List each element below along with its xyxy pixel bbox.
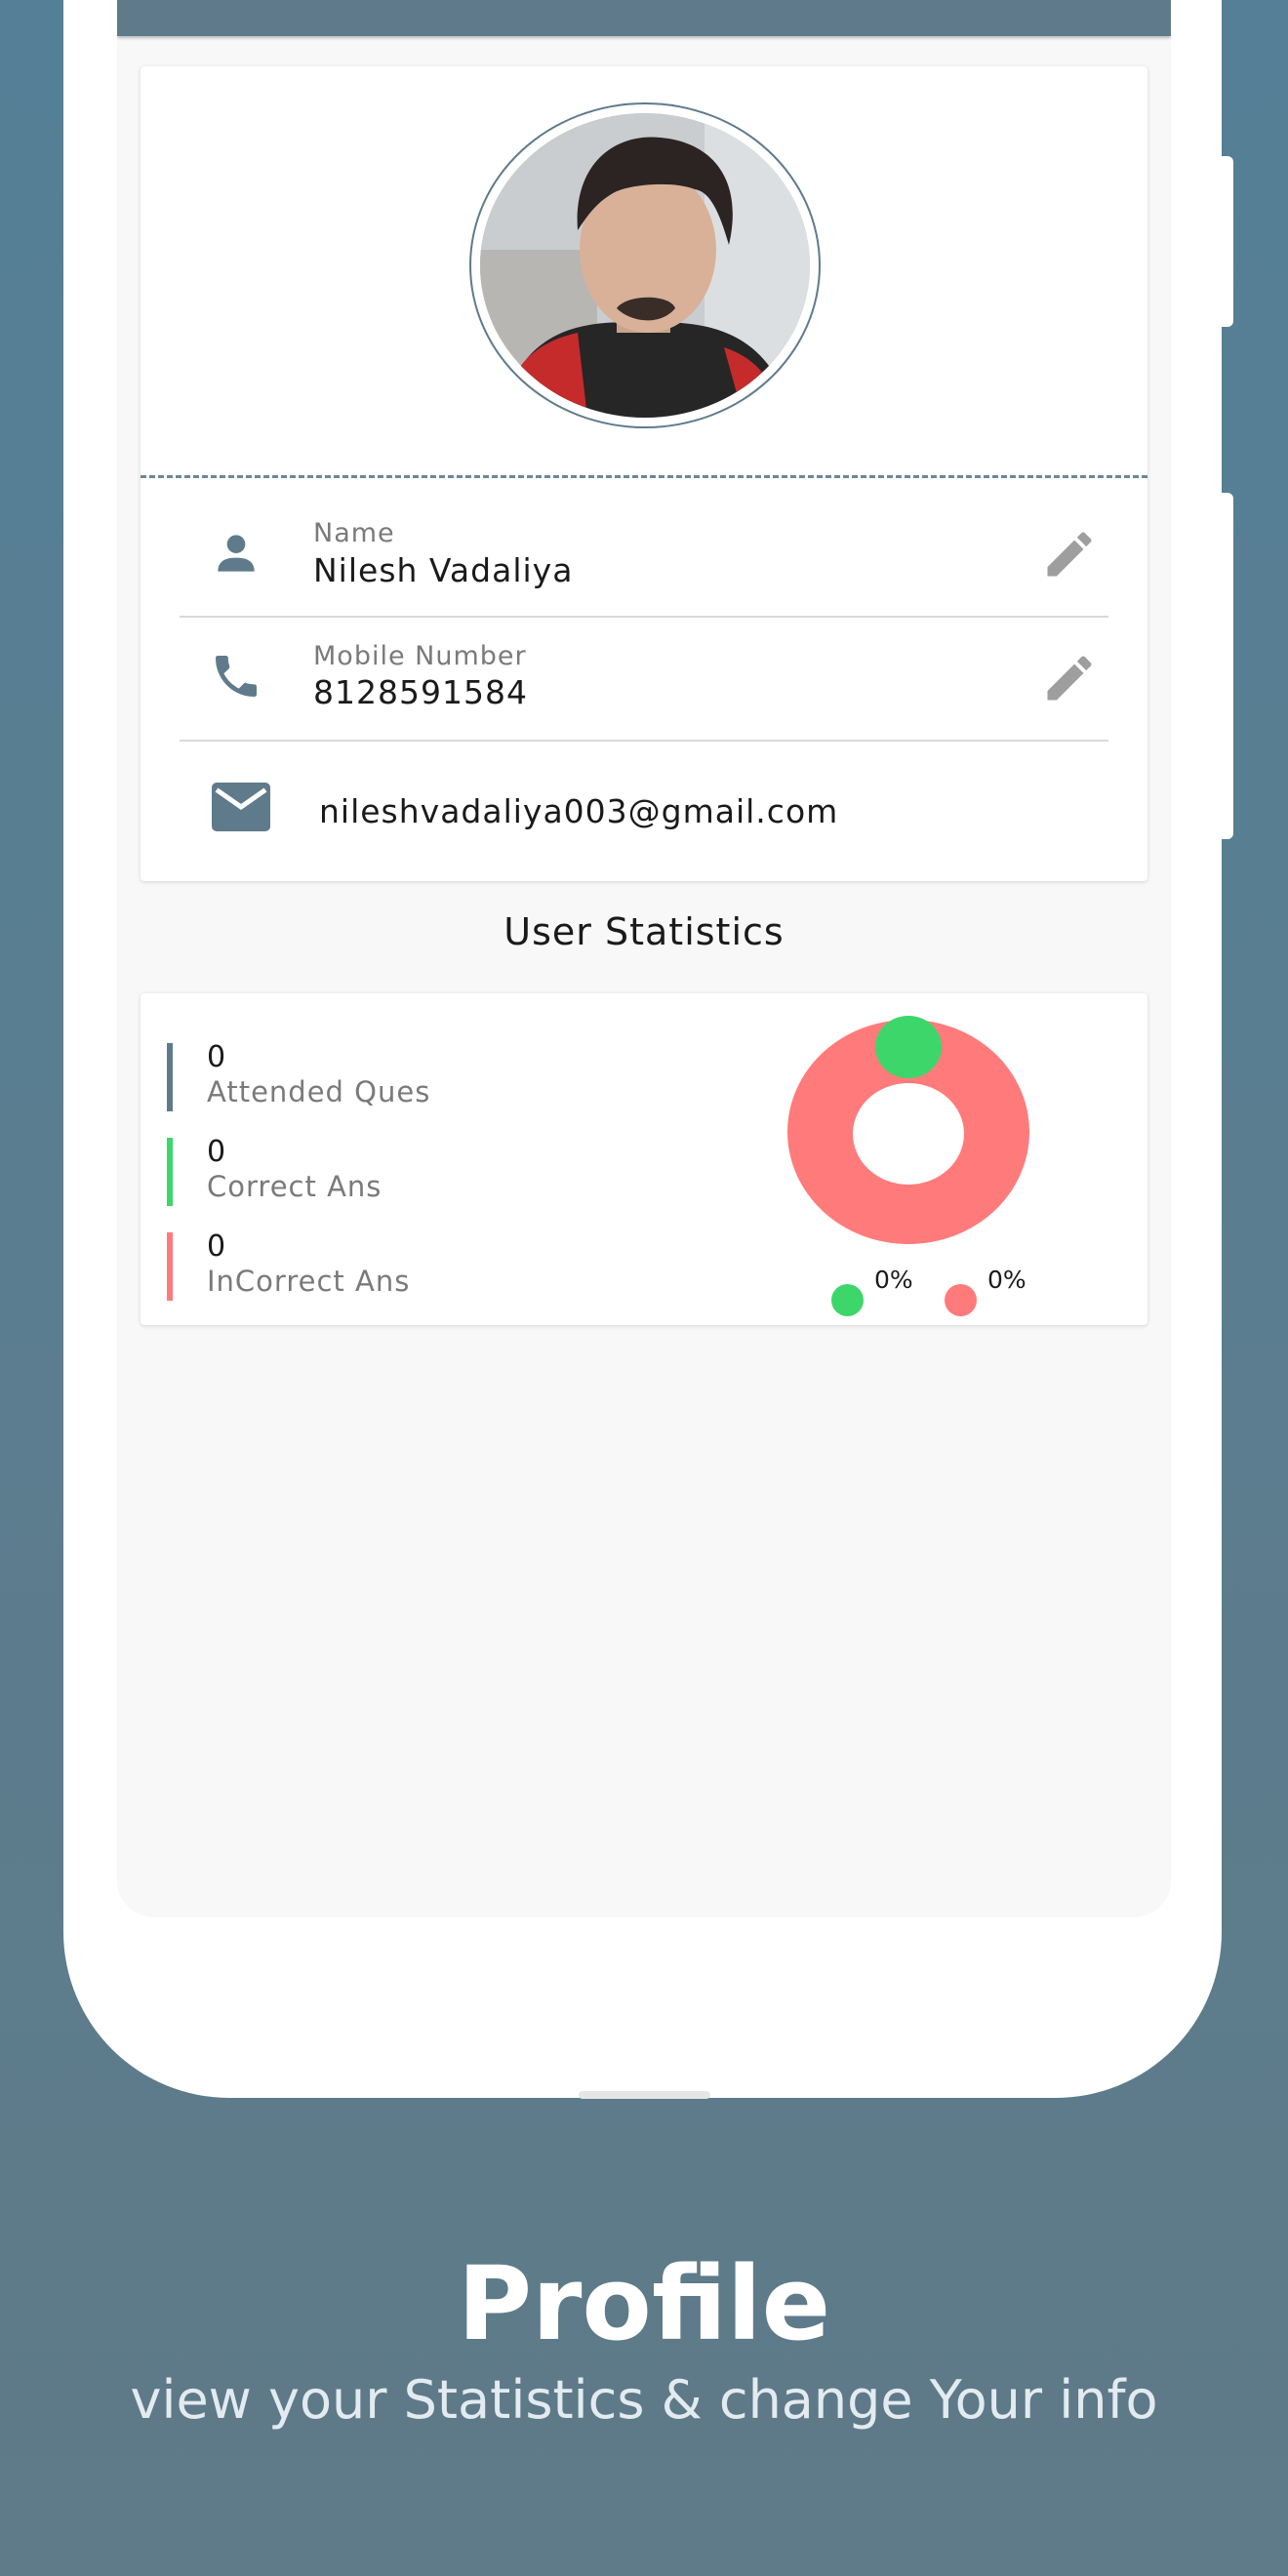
- donut-hole: [853, 1083, 964, 1185]
- phone-speaker: [579, 2091, 710, 2099]
- stats-card: 0 Attended Ques 0 Correct Ans 0 InCorrec…: [141, 993, 1147, 1325]
- mobile-value: 8128591584: [313, 673, 528, 711]
- correct-segment: [875, 1016, 942, 1078]
- profile-divider: [141, 475, 1147, 478]
- avatar-photo: [480, 113, 810, 418]
- phone-icon: [216, 656, 257, 697]
- avatar: [480, 113, 810, 418]
- mail-icon: [212, 783, 270, 831]
- incorrect-label: InCorrect Ans: [207, 1265, 411, 1298]
- legend-incorrect-percent: 0%: [987, 1266, 1026, 1294]
- stats-title: User Statistics: [503, 910, 785, 953]
- row-divider: [180, 616, 1108, 618]
- attended-indicator: [167, 1043, 173, 1111]
- feature-subtitle: view your Statistics & change Your info: [130, 2369, 1158, 2431]
- name-value: Nilesh Vadaliya: [313, 551, 574, 589]
- name-label: Name: [313, 518, 395, 548]
- app-screen: Name Nilesh Vadaliya Mobile Number 81285…: [117, 0, 1171, 1917]
- edit-name-icon[interactable]: [1040, 525, 1099, 584]
- legend-correct-dot: [831, 1284, 864, 1316]
- incorrect-indicator: [167, 1232, 173, 1301]
- app-bar: [117, 0, 1171, 36]
- correct-indicator: [167, 1138, 173, 1206]
- profile-card: Name Nilesh Vadaliya Mobile Number 81285…: [141, 66, 1147, 881]
- phone-side-button-bottom: [1220, 493, 1233, 839]
- correct-value: 0: [207, 1135, 226, 1169]
- attended-value: 0: [207, 1040, 226, 1074]
- stats-donut-chart: [787, 1016, 1029, 1244]
- edit-mobile-icon[interactable]: [1040, 649, 1099, 707]
- email-value: nileshvadaliya003@gmail.com: [319, 792, 839, 830]
- phone-side-button-top: [1220, 156, 1233, 327]
- incorrect-value: 0: [207, 1229, 226, 1264]
- legend-correct-percent: 0%: [874, 1266, 913, 1294]
- person-icon: [218, 535, 255, 572]
- legend-incorrect-dot: [945, 1284, 977, 1316]
- correct-label: Correct Ans: [207, 1170, 382, 1203]
- avatar-frame[interactable]: [469, 102, 821, 428]
- row-divider: [180, 740, 1108, 742]
- mobile-label: Mobile Number: [313, 641, 527, 671]
- feature-title: Profile: [457, 2244, 831, 2363]
- attended-label: Attended Ques: [207, 1075, 431, 1108]
